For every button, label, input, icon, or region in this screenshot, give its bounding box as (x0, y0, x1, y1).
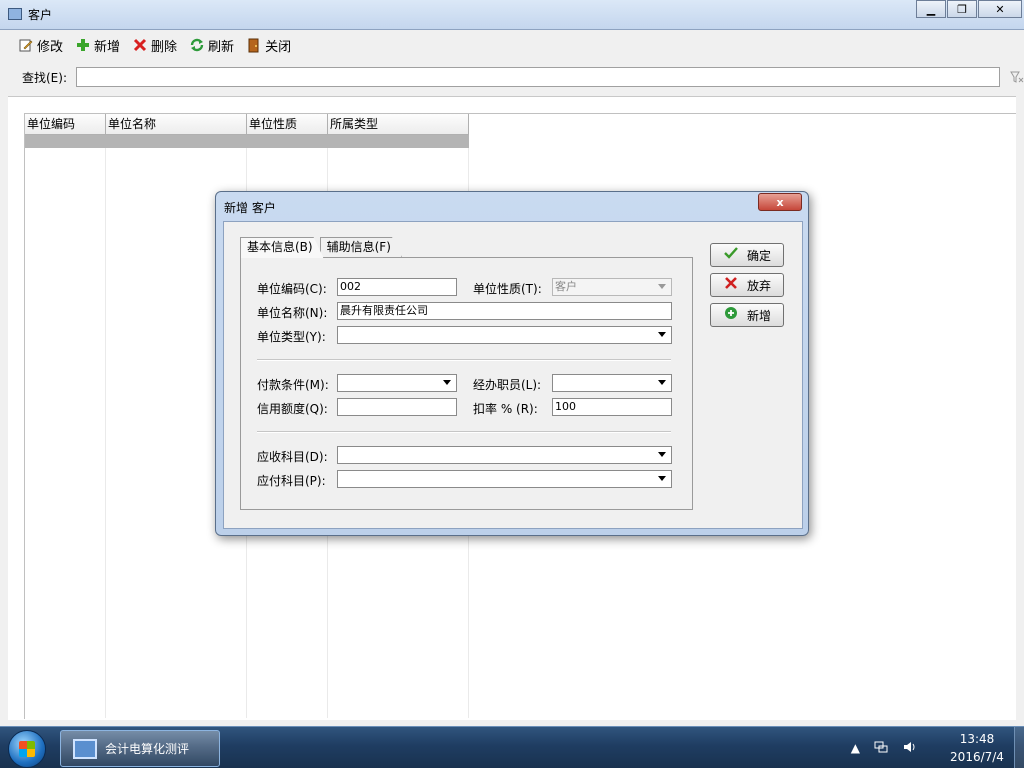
window-controls: ▁ ❐ ✕ (915, 0, 1022, 18)
name-input[interactable]: 晨升有限责任公司 (337, 302, 672, 320)
discount-label: 扣率 % (R): (473, 402, 538, 416)
window-title: 客户 (28, 8, 53, 22)
discount-input[interactable]: 100 (552, 398, 672, 416)
divider (257, 431, 671, 433)
dialog-close-button[interactable]: x (758, 193, 802, 211)
clock[interactable]: 13:48 2016/7/4 (942, 730, 1012, 766)
type-select[interactable] (337, 326, 672, 344)
payment-label: 付款条件(M): (257, 378, 329, 392)
cancel-button-label: 放弃 (747, 278, 772, 293)
taskbar-app-item[interactable]: 会计电算化测评 (60, 730, 220, 767)
grid-header: 单位编码 单位名称 单位性质 所属类型 (25, 114, 469, 135)
delete-button[interactable]: 删除 (132, 36, 177, 55)
refresh-icon (189, 37, 205, 53)
payable-select[interactable] (337, 470, 672, 488)
checkmark-icon (723, 246, 739, 264)
tab-auxiliary-info[interactable]: 辅助信息(F) (319, 237, 402, 257)
column-header-name[interactable]: 单位名称 (106, 114, 247, 135)
new-button-label: 新增 (747, 308, 772, 323)
column-header-code[interactable]: 单位编码 (25, 114, 106, 135)
grid-column-code (25, 148, 106, 718)
show-desktop-button[interactable] (1014, 727, 1024, 768)
system-tray: ▲ 13:48 2016/7/4 (851, 727, 1012, 768)
network-icon[interactable] (874, 740, 888, 757)
new-button[interactable]: 新增 (710, 303, 784, 327)
find-bar: 查找(E): (8, 62, 1024, 92)
edit-button[interactable]: 修改 (18, 36, 63, 55)
clock-date: 2016/7/4 (950, 750, 1004, 764)
toolbar: 修改 新增 删除 刷新 关闭 (8, 30, 1024, 60)
selected-row[interactable] (25, 135, 469, 148)
find-input[interactable] (76, 67, 1000, 87)
new-customer-dialog: 新增 客户 x 基本信息(B) 辅助信息(F) 单位编码(C): 002 单位性… (215, 191, 809, 536)
column-header-type[interactable]: 所属类型 (328, 114, 469, 135)
clear-filter-icon[interactable] (1010, 70, 1024, 88)
payment-select[interactable] (337, 374, 457, 392)
refresh-button-label: 刷新 (208, 39, 235, 55)
windows-logo-icon (19, 741, 35, 757)
divider (257, 359, 671, 361)
dialog-title: 新增 客户 (224, 201, 276, 215)
plus-icon (75, 37, 91, 53)
dialog-tabs: 基本信息(B) 辅助信息(F) (240, 237, 402, 258)
staff-select[interactable] (552, 374, 672, 392)
delete-button-label: 删除 (151, 39, 178, 55)
close-button[interactable]: 关闭 (246, 36, 291, 55)
credit-input[interactable] (337, 398, 457, 416)
nature-select-value: 客户 (555, 280, 577, 293)
chevron-down-icon (443, 380, 451, 385)
window-close-button[interactable]: ✕ (978, 0, 1022, 18)
ok-button[interactable]: 确定 (710, 243, 784, 267)
volume-icon[interactable] (902, 740, 916, 757)
type-label: 单位类型(Y): (257, 330, 326, 344)
nature-select[interactable]: 客户 (552, 278, 672, 296)
nature-label: 单位性质(T): (473, 282, 542, 296)
chevron-down-icon (658, 452, 666, 457)
chevron-down-icon (658, 476, 666, 481)
minimize-button[interactable]: ▁ (916, 0, 946, 18)
close-button-label: 关闭 (265, 39, 292, 55)
app-window-icon (8, 8, 22, 20)
start-button[interactable] (8, 730, 46, 768)
taskbar-app-label: 会计电算化测评 (105, 742, 190, 756)
add-button[interactable]: 新增 (75, 36, 120, 55)
find-label: 查找(E): (22, 70, 67, 85)
chevron-down-icon (658, 380, 666, 385)
cancel-button[interactable]: 放弃 (710, 273, 784, 297)
tray-expand-icon[interactable]: ▲ (851, 741, 860, 755)
ok-button-label: 确定 (747, 248, 772, 263)
payable-label: 应付科目(P): (257, 474, 326, 488)
receivable-select[interactable] (337, 446, 672, 464)
edit-icon (18, 37, 34, 53)
taskbar: 会计电算化测评 ▲ 13:48 2016/7/4 (0, 726, 1024, 768)
restore-button[interactable]: ❐ (947, 0, 977, 18)
basic-info-panel: 单位编码(C): 002 单位性质(T): 客户 单位名称(N): 晨升有限责任… (240, 257, 693, 510)
chevron-down-icon (658, 284, 666, 289)
monitor-icon (73, 738, 97, 759)
staff-label: 经办职员(L): (473, 378, 542, 392)
code-input[interactable]: 002 (337, 278, 457, 296)
chevron-down-icon (658, 332, 666, 337)
receivable-label: 应收科目(D): (257, 450, 328, 464)
credit-label: 信用额度(Q): (257, 402, 328, 416)
code-label: 单位编码(C): (257, 282, 327, 296)
add-circle-icon (723, 306, 739, 324)
delete-x-icon (132, 37, 148, 53)
add-button-label: 新增 (94, 39, 121, 55)
door-exit-icon (246, 37, 262, 53)
window-titlebar: 客户 ▁ ❐ ✕ (0, 0, 1024, 30)
refresh-button[interactable]: 刷新 (189, 36, 234, 55)
column-header-nature[interactable]: 单位性质 (247, 114, 328, 135)
edit-button-label: 修改 (37, 39, 64, 55)
dialog-body: 基本信息(B) 辅助信息(F) 单位编码(C): 002 单位性质(T): 客户… (223, 221, 803, 529)
name-label: 单位名称(N): (257, 306, 328, 320)
clock-time: 13:48 (959, 732, 995, 746)
tab-basic-info[interactable]: 基本信息(B) (240, 237, 324, 258)
cancel-x-icon (723, 276, 739, 294)
